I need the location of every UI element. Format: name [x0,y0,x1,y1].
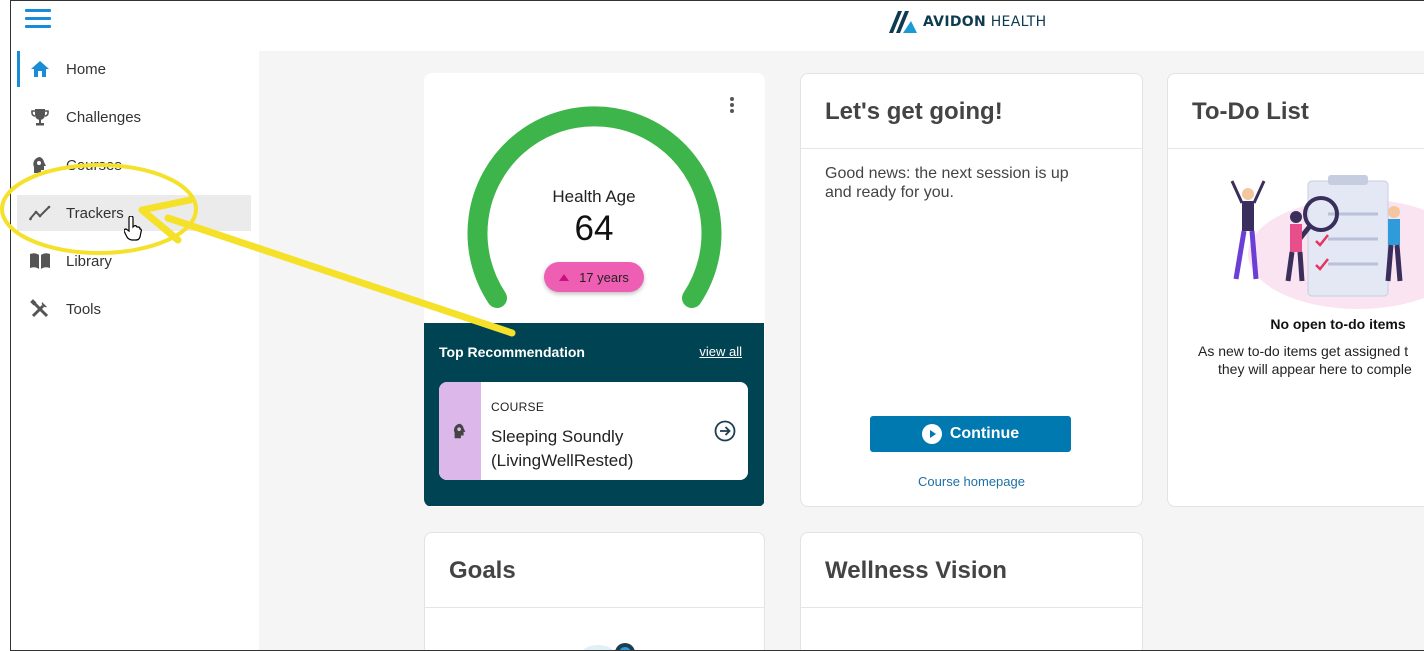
course-homepage-link[interactable]: Course homepage [801,474,1142,489]
more-options-icon[interactable] [729,97,735,113]
avidon-logo-icon [889,11,917,33]
health-age-card: Health Age 64 17 years Top Recommendatio… [424,73,765,507]
sidebar-item-label: Challenges [66,108,142,126]
sidebar: Home Challenges Courses Trackers Library [11,45,259,650]
recommendation-type: COURSE [491,400,545,414]
home-icon [29,58,51,80]
session-message-line: and ready for you. [825,184,954,201]
health-age-label: Health Age [552,187,636,206]
hamburger-menu-icon[interactable] [25,9,51,29]
sidebar-item-tools[interactable]: Tools [17,291,251,327]
todo-empty-title: No open to-do items [1270,316,1406,332]
brand-logo[interactable]: AVIDON HEALTH [887,9,1046,35]
top-recommendation-panel: Top Recommendation view all COURSE Sleep… [424,323,764,506]
card-title: Let's get going! [801,74,1142,149]
sidebar-item-label: Trackers [66,204,124,222]
todo-illustration [1198,169,1424,314]
card-title: Wellness Vision [801,533,1142,608]
sidebar-item-home[interactable]: Home [17,51,251,87]
trend-line-icon [29,202,51,224]
brand-name: AVIDON HEALTH [923,14,1047,30]
card-title: To-Do List [1168,74,1424,149]
tools-icon [29,298,51,320]
hand-cursor-icon [124,216,142,241]
arrow-right-circle-icon[interactable] [714,420,736,447]
sidebar-item-library[interactable]: Library [17,243,251,279]
trophy-icon [29,106,51,128]
triangle-up-icon [559,273,570,281]
recommendation-course-card[interactable]: COURSE Sleeping Soundly (LivingWellReste… [439,382,748,480]
card-title: Goals [425,533,764,608]
lets-get-going-card: Let's get going! Good news: the next ses… [800,73,1143,507]
recommendation-title: Top Recommendation [439,344,585,360]
todo-empty-line: they will appear here to comple [1218,361,1412,377]
health-age-value: 64 [574,209,614,248]
sidebar-item-courses[interactable]: Courses [17,147,251,183]
wellness-vision-card: Wellness Vision [800,532,1143,650]
session-message-line: Good news: the next session is up [825,165,1069,182]
goals-card: Goals [424,532,765,650]
course-side-strip [439,382,481,480]
sidebar-item-label: Tools [66,300,102,318]
brain-head-icon [29,154,51,176]
session-message: Good news: the next session is up and re… [825,164,1115,202]
recommendation-name-line: Sleeping Soundly [491,427,624,446]
recommendation-name: Sleeping Soundly (LivingWellRested) [491,425,691,473]
sidebar-item-label: Library [66,252,112,270]
recommendation-name-line: (LivingWellRested) [491,451,634,470]
sidebar-item-challenges[interactable]: Challenges [17,99,251,135]
continue-button-label: Continue [949,425,1020,442]
goals-illustration [580,635,640,650]
dashboard-content: Health Age 64 17 years Top Recommendatio… [259,51,1424,650]
todo-list-card: To-Do List No open to-do items As new to… [1167,73,1424,507]
health-age-delta-badge: 17 years [544,262,644,292]
play-circle-icon [921,424,942,444]
brain-head-icon [453,423,466,439]
sidebar-item-label: Home [66,60,107,78]
app-window: AVIDON HEALTH Home Challenges Courses Tr… [10,0,1424,651]
continue-button[interactable]: Continue [870,416,1071,452]
top-bar: AVIDON HEALTH [11,1,1424,45]
view-all-link[interactable]: view all [699,344,742,359]
health-age-delta: 17 years [579,269,629,285]
sidebar-item-label: Courses [66,156,122,174]
book-icon [29,250,51,272]
todo-empty-line: As new to-do items get assigned t [1198,343,1409,359]
todo-empty-text: As new to-do items get assigned t they w… [1198,342,1424,378]
